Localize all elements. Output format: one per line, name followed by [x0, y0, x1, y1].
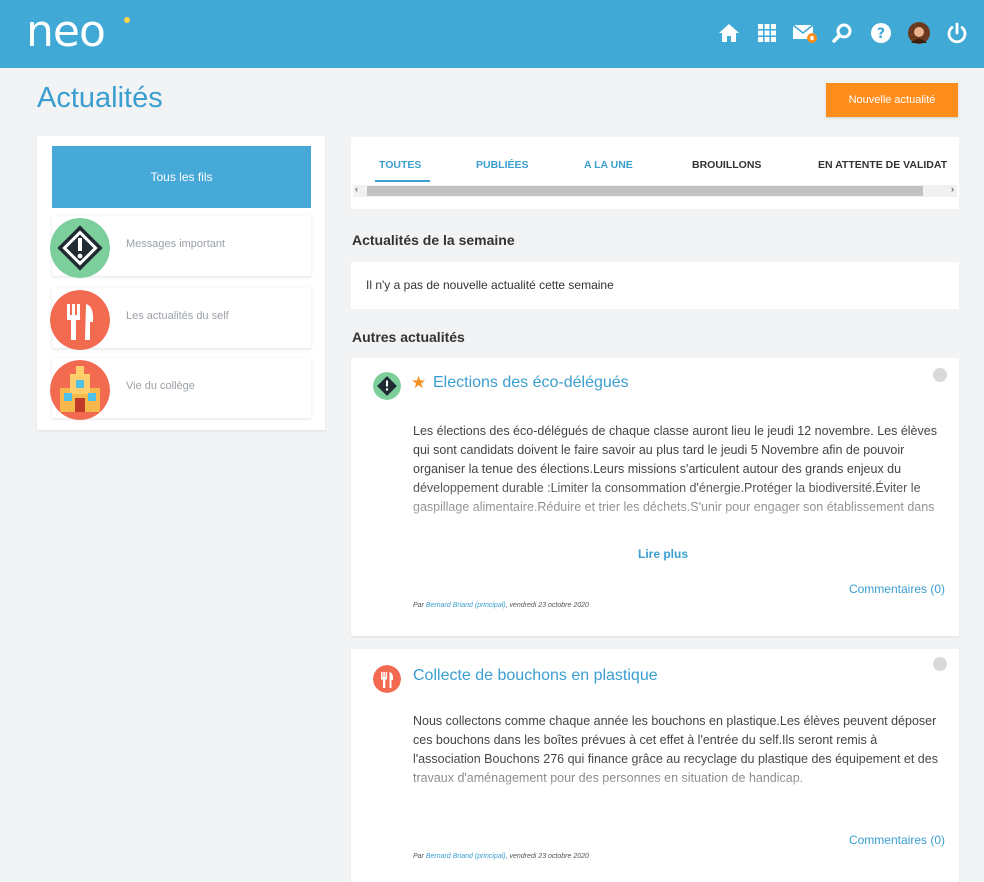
article-title[interactable]: Elections des éco-délégués [433, 374, 629, 392]
top-navigation-bar: neo ? [0, 0, 984, 68]
active-tab-indicator [375, 180, 430, 182]
tab-featured[interactable]: A LA UNE [584, 159, 633, 171]
author-link[interactable]: Bernard Briand (principal) [426, 602, 506, 609]
article-date: , vendredi 23 octobre 2020 [505, 853, 589, 860]
star-icon[interactable]: ★ [411, 373, 426, 393]
author-link[interactable]: Bernard Briand (principal) [426, 853, 506, 860]
tab-published[interactable]: PUBLIÉES [476, 159, 529, 171]
school-building-icon [50, 360, 110, 420]
search-icon[interactable] [830, 20, 856, 46]
apps-grid-icon[interactable] [754, 20, 780, 46]
page-title: Actualités [37, 82, 163, 114]
neo-logo[interactable]: neo [26, 6, 106, 57]
sidebar-item-label: Les actualités du self [126, 310, 229, 322]
messages-icon[interactable] [792, 20, 818, 46]
article-date: , vendredi 23 octobre 2020 [505, 602, 589, 609]
warning-diamond-icon [373, 372, 401, 400]
byline-prefix: Par [413, 853, 426, 860]
article-title[interactable]: Collecte de bouchons en plastique [413, 667, 658, 685]
comments-link[interactable]: Commentaires (0) [849, 833, 945, 847]
comments-link[interactable]: Commentaires (0) [849, 582, 945, 596]
tab-drafts[interactable]: BROUILLONS [692, 159, 761, 171]
article-byline: Par Bernard Briand (principal), vendredi… [413, 602, 589, 609]
logo-dot [124, 17, 130, 23]
other-news-heading: Autres actualités [352, 329, 465, 345]
sidebar-item-label: Vie du collège [126, 380, 195, 392]
tab-pending-validation[interactable]: EN ATTENTE DE VALIDAT [818, 159, 947, 171]
sidebar-panel: Tous les fils Messages important Les act… [37, 136, 325, 430]
sidebar-item-important-messages[interactable]: Messages important [50, 216, 311, 278]
fork-knife-icon [373, 665, 401, 693]
new-article-button[interactable]: Nouvelle actualité [826, 83, 958, 117]
scroll-right-arrow[interactable]: › [951, 184, 954, 194]
help-icon[interactable]: ? [868, 20, 894, 46]
sidebar-item-all-threads[interactable]: Tous les fils [52, 146, 311, 208]
fork-knife-icon [50, 290, 110, 350]
article-card: ★ Elections des éco-délégués Les électio… [351, 358, 959, 636]
top-icons: ? [716, 20, 970, 46]
article-byline: Par Bernard Briand (principal), vendredi… [413, 853, 589, 860]
sidebar-item-school-life[interactable]: Vie du collège [50, 358, 311, 420]
article-fade-overlay [413, 482, 945, 544]
tab-all[interactable]: TOUTES [379, 159, 421, 171]
read-more-link[interactable]: Lire plus [638, 547, 688, 561]
empty-week-message: Il n'y a pas de nouvelle actualité cette… [351, 262, 959, 309]
svg-text:?: ? [877, 26, 885, 42]
scroll-left-arrow[interactable]: ‹ [355, 184, 358, 194]
article-menu-button[interactable] [933, 368, 947, 382]
week-news-heading: Actualités de la semaine [352, 232, 515, 248]
byline-prefix: Par [413, 602, 426, 609]
filter-tabs: TOUTES PUBLIÉES A LA UNE BROUILLONS EN A… [351, 137, 959, 209]
scrollbar-thumb[interactable] [367, 186, 923, 196]
article-menu-button[interactable] [933, 657, 947, 671]
power-icon[interactable] [944, 20, 970, 46]
article-fade-overlay [413, 759, 945, 811]
article-card: Collecte de bouchons en plastique Nous c… [351, 649, 959, 882]
tabs-scrollbar[interactable]: ‹ › [353, 184, 957, 197]
home-icon[interactable] [716, 20, 742, 46]
warning-diamond-icon [50, 218, 110, 278]
sidebar-item-label: Messages important [126, 238, 226, 250]
sidebar-item-self-news[interactable]: Les actualités du self [50, 288, 311, 350]
avatar[interactable] [906, 20, 932, 46]
